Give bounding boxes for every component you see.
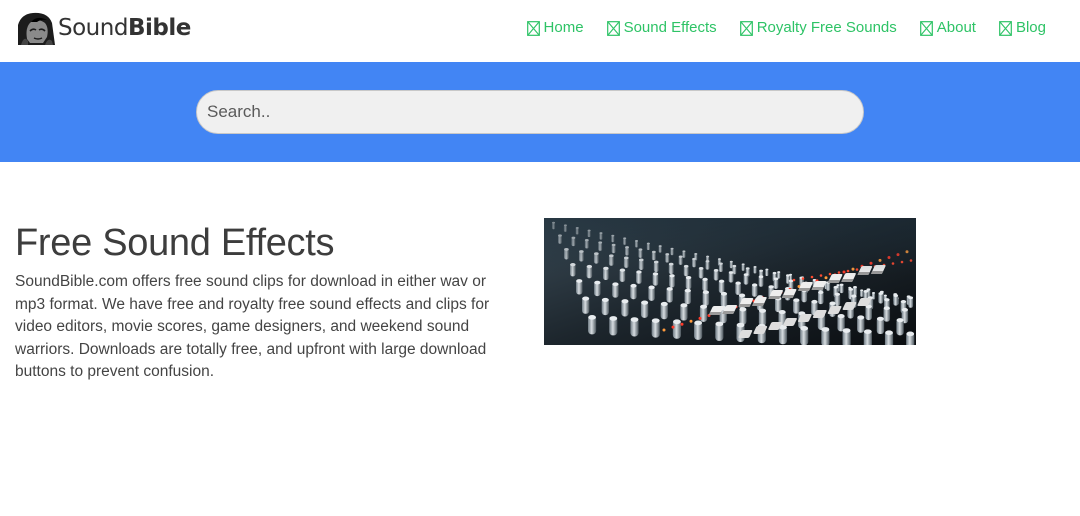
page-title: Free Sound Effects [15, 222, 335, 264]
nav-royalty-free-sounds[interactable]: Royalty Free Sounds [739, 18, 897, 38]
broken-image-icon [526, 20, 540, 36]
broken-image-icon [739, 20, 753, 36]
mixing-console-photo [544, 218, 916, 345]
nav-home-label: Home [543, 19, 584, 36]
nav-blog[interactable]: Blog [999, 18, 1046, 38]
broken-image-icon [999, 20, 1012, 36]
broken-image-icon [919, 20, 933, 36]
site-logo[interactable]: SoundBible [15, 10, 191, 46]
search-band [0, 62, 1080, 162]
page-description: SoundBible.com offers free sound clips f… [15, 273, 490, 380]
portrait-logo-icon [15, 11, 57, 45]
nav-about[interactable]: About [919, 18, 976, 38]
search-input[interactable] [196, 90, 864, 134]
nav-sound-effects[interactable]: Sound Effects [606, 18, 717, 38]
nav-blog-label: Blog [1015, 19, 1046, 36]
logo-text-bold: Bible [127, 15, 191, 41]
nav-sound-effects-label: Sound Effects [623, 19, 717, 36]
logo-wordmark: SoundBible [58, 11, 191, 45]
nav-royalty-free-sounds-label: Royalty Free Sounds [756, 19, 897, 36]
nav-about-label: About [936, 19, 976, 36]
site-header: SoundBible Home Sound Effects Royalty Fr… [0, 0, 1080, 62]
broken-image-icon [606, 20, 620, 36]
nav-home[interactable]: Home [526, 18, 584, 38]
logo-text-light: Sound [58, 15, 128, 41]
main-nav: Home Sound Effects Royalty Free Sounds A… [526, 18, 1046, 38]
